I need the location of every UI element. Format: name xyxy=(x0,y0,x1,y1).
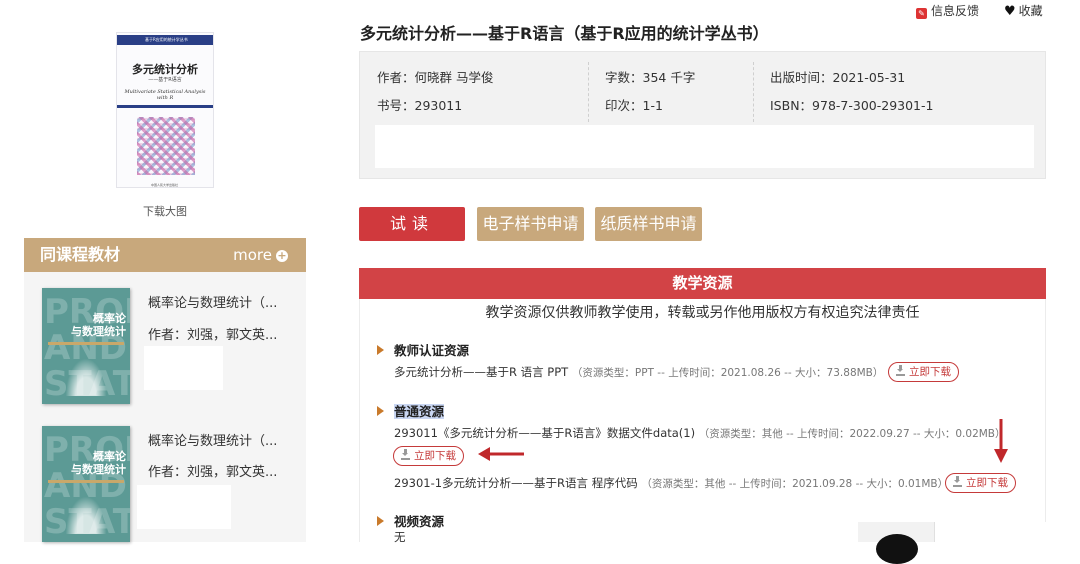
caret-right-icon xyxy=(377,345,384,355)
annotation-arrow-down-icon xyxy=(994,419,1008,463)
distribution-curve-art xyxy=(62,490,110,534)
related-book-author: 作者：刘强，郭文英... xyxy=(148,465,278,480)
empty-placeholder-text: 无 xyxy=(394,530,406,544)
resource-file-item: 293011《多元统计分析——基于R语言》数据文件data(1) （资源类型：其… xyxy=(394,426,1006,440)
related-book-cover[interactable]: PROB AND STAT 概率论 与数理统计 xyxy=(42,288,130,404)
favorite-link[interactable]: ♥ 收藏 xyxy=(1004,2,1043,19)
cover-mosaic-art xyxy=(137,117,195,175)
edit-icon: ✎ xyxy=(916,8,927,19)
book-word-count: 字数：354 千字 xyxy=(605,70,696,85)
floating-widget[interactable] xyxy=(858,522,1080,564)
resources-header: 教学资源 xyxy=(359,268,1046,299)
paper-sample-request-button[interactable]: 纸质样书申请 xyxy=(595,207,702,241)
feedback-link[interactable]: ✎ 信息反馈 xyxy=(916,2,979,19)
cover-english-title: Multivariate Statistical Analysis with R xyxy=(124,89,206,101)
download-button[interactable]: 立即下载 xyxy=(945,473,1016,493)
section-video-resources[interactable]: 视频资源 xyxy=(377,511,444,530)
cover-series: 基于R应用的统计学丛书 xyxy=(145,37,188,42)
related-book-title[interactable]: 概率论与数理统计（... xyxy=(148,292,277,311)
resources-panel xyxy=(359,299,1046,542)
download-button[interactable]: 立即下载 xyxy=(393,446,464,466)
related-book-cover[interactable]: PROB AND STAT 概率论 与数理统计 xyxy=(42,426,130,542)
more-link[interactable]: more + xyxy=(233,238,288,272)
download-icon xyxy=(953,476,962,487)
caret-right-icon xyxy=(377,516,384,526)
trial-read-button[interactable]: 试读 xyxy=(359,207,465,241)
book-number: 书号：293011 xyxy=(377,98,463,113)
book-author: 作者：何晓群 马学俊 xyxy=(377,70,494,85)
same-course-title: 同课程教材 xyxy=(40,245,121,264)
cover-subtitle: ——基于R语言 xyxy=(148,77,182,83)
info-description-area xyxy=(375,125,1034,168)
divider xyxy=(753,62,754,122)
book-isbn: ISBN：978-7-300-29301-1 xyxy=(770,98,934,113)
download-icon xyxy=(401,449,410,460)
resource-file-item: 29301-1多元统计分析——基于R语言 程序代码 （资源类型：其他 -- 上传… xyxy=(394,476,949,490)
cover-title: 多元统计分析 xyxy=(132,63,198,76)
related-book-author: 作者：刘强，郭文英... xyxy=(148,328,278,343)
section-general-resources[interactable]: 普通资源 xyxy=(377,401,445,420)
book-print-run: 印次：1-1 xyxy=(605,98,663,113)
divider xyxy=(588,62,589,122)
same-course-header: 同课程教材 more + xyxy=(24,238,306,272)
heart-icon: ♥ xyxy=(1004,4,1016,19)
download-icon xyxy=(896,365,905,376)
plus-circle-icon: + xyxy=(276,249,288,262)
book-publish-date: 出版时间：2021-05-31 xyxy=(770,70,906,85)
distribution-curve-art xyxy=(62,352,110,396)
ebook-sample-request-button[interactable]: 电子样书申请 xyxy=(477,207,584,241)
cover-publisher: 中国人民大学出版社 xyxy=(151,183,179,187)
blank-placeholder xyxy=(144,346,223,390)
blank-placeholder xyxy=(137,485,231,529)
avatar xyxy=(876,534,918,564)
caret-right-icon xyxy=(377,406,384,416)
page-title: 多元统计分析——基于R语言（基于R应用的统计学丛书） xyxy=(360,24,769,43)
resource-file-item: 多元统计分析——基于R 语言 PPT （资源类型：PPT -- 上传时间：202… xyxy=(394,365,884,379)
book-cover-image[interactable]: 基于R应用的统计学丛书 多元统计分析 ——基于R语言 Multivariate … xyxy=(116,32,214,188)
copyright-notice: 教学资源仅供教师教学使用，转载或另作他用版权方有权追究法律责任 xyxy=(485,305,920,321)
related-book-title[interactable]: 概率论与数理统计（... xyxy=(148,430,277,449)
download-button[interactable]: 立即下载 xyxy=(888,362,959,382)
book-info-box: 作者：何晓群 马学俊 字数：354 千字 出版时间：2021-05-31 书号：… xyxy=(359,51,1046,179)
annotation-arrow-left-icon xyxy=(478,447,524,461)
section-teacher-certified[interactable]: 教师认证资源 xyxy=(377,340,469,359)
download-large-image-link[interactable]: 下载大图 xyxy=(122,203,208,219)
